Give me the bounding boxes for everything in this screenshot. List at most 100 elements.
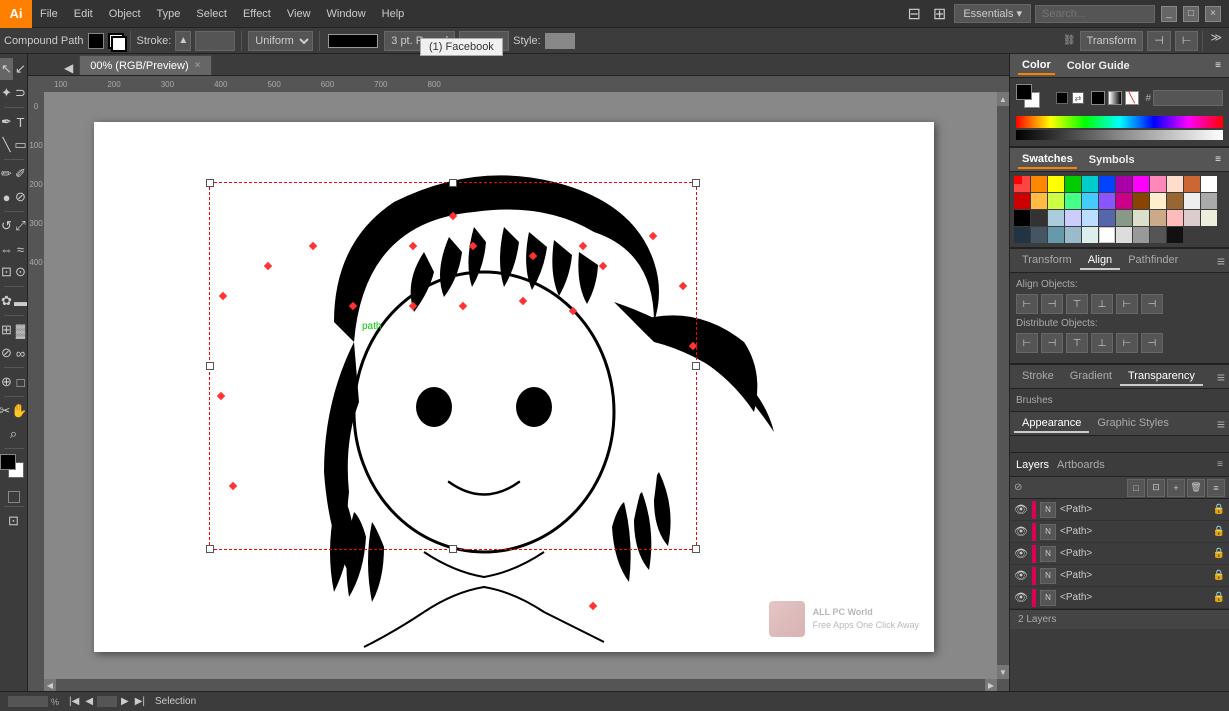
eyedropper-tool[interactable]: ⊘: [0, 342, 13, 364]
swatch-slate[interactable]: [1048, 210, 1064, 226]
stroke-profile-select[interactable]: Uniform: [248, 31, 313, 51]
minimize-button[interactable]: _: [1161, 6, 1177, 22]
default-colors-btn[interactable]: [1056, 92, 1068, 104]
swatch-blush[interactable]: [1184, 210, 1200, 226]
swatch-darkergray[interactable]: [1150, 227, 1166, 243]
swatch-cyan[interactable]: [1082, 176, 1098, 192]
color-spectrum[interactable]: [1016, 116, 1223, 128]
menu-type[interactable]: Type: [149, 0, 189, 27]
scroll-down-btn[interactable]: ▼: [997, 665, 1009, 679]
scroll-up-btn[interactable]: ▲: [997, 92, 1009, 106]
hex-input[interactable]: 000000: [1153, 90, 1223, 106]
swap-colors-btn[interactable]: ⇄: [1072, 92, 1084, 104]
menu-help[interactable]: Help: [374, 0, 413, 27]
menu-window[interactable]: Window: [319, 0, 374, 27]
pathfinder-tab[interactable]: Pathfinder: [1120, 252, 1186, 270]
swatch-cream[interactable]: [1150, 193, 1166, 209]
align-right-btn[interactable]: ⊤: [1066, 294, 1088, 314]
pathfinder-btn2[interactable]: ⊢: [1175, 31, 1199, 51]
swatch-medgray[interactable]: [1133, 227, 1149, 243]
horizontal-scrollbar[interactable]: ◀ ▶: [44, 679, 997, 691]
dist-left-btn[interactable]: ⊢: [1016, 333, 1038, 353]
align-vcenter-btn[interactable]: ⊢: [1116, 294, 1138, 314]
graphic-styles-tab[interactable]: Graphic Styles: [1089, 415, 1177, 433]
transform-tab[interactable]: Transform: [1014, 252, 1080, 270]
eraser-tool[interactable]: ⊘: [14, 186, 27, 208]
swatch-offwhite[interactable]: [1133, 210, 1149, 226]
swatch-white[interactable]: [1201, 176, 1217, 192]
live-paint-tool[interactable]: ⊕: [0, 371, 13, 393]
selection-tool[interactable]: ↖: [0, 58, 13, 80]
swatch-lightgray[interactable]: [1184, 193, 1200, 209]
tab-scroll-arrow[interactable]: ◀: [58, 61, 79, 75]
solid-color-icon[interactable]: [1091, 91, 1105, 105]
last-artboard-btn[interactable]: ▶|: [133, 696, 147, 707]
symbol-sprayer-tool[interactable]: ✿: [0, 290, 13, 312]
swatch-white2[interactable]: [1099, 227, 1115, 243]
align-panel-menu[interactable]: ≡: [1217, 253, 1225, 269]
swatches-tab[interactable]: Swatches: [1018, 151, 1077, 169]
appearance-tab[interactable]: Appearance: [1014, 415, 1089, 433]
layers-filter-icon[interactable]: ⊘: [1014, 482, 1022, 493]
lasso-tool[interactable]: ⊃: [14, 82, 27, 104]
swatch-tan[interactable]: [1167, 193, 1183, 209]
color-panel-menu[interactable]: ≡: [1215, 60, 1221, 71]
prev-artboard-btn[interactable]: ◀: [83, 696, 95, 707]
layers-tab[interactable]: Layers: [1016, 459, 1049, 471]
swatch-black[interactable]: [1014, 210, 1030, 226]
blend-tool[interactable]: ∞: [14, 342, 27, 364]
swatch-pink[interactable]: [1150, 176, 1166, 192]
layer-vis-2[interactable]: 👁: [1014, 525, 1028, 539]
swatch-gold[interactable]: [1031, 193, 1047, 209]
pen-tool[interactable]: ✒: [0, 111, 13, 133]
warp-tool[interactable]: ≈: [14, 238, 27, 260]
width-tool[interactable]: ⇔: [0, 238, 13, 260]
swatch-darkred[interactable]: [1014, 193, 1030, 209]
first-artboard-btn[interactable]: |◀: [67, 696, 81, 707]
swatch-mint[interactable]: [1065, 193, 1081, 209]
search-input[interactable]: [1035, 5, 1155, 23]
swatch-lime[interactable]: [1048, 193, 1064, 209]
brushes-gradient-tab[interactable]: Gradient: [1062, 368, 1120, 386]
menu-edit[interactable]: Edit: [66, 0, 101, 27]
slice-tool[interactable]: ✂: [0, 400, 10, 422]
menu-object[interactable]: Object: [101, 0, 149, 27]
new-layer-btn[interactable]: +: [1167, 479, 1185, 497]
swatch-sky[interactable]: [1082, 193, 1098, 209]
swatch-lavender[interactable]: [1065, 210, 1081, 226]
change-screen-mode-btn[interactable]: ⊡: [2, 510, 26, 532]
artboard-number-input[interactable]: 1: [97, 696, 117, 707]
scroll-right-btn[interactable]: ▶: [985, 679, 997, 691]
dist-vcenter-btn[interactable]: ⊢: [1116, 333, 1138, 353]
make-clipping-mask-btn[interactable]: ⊡: [1147, 479, 1165, 497]
swatch-grayblue[interactable]: [1048, 227, 1064, 243]
zoom-tool[interactable]: ⌕: [2, 423, 26, 445]
swatch-ivory[interactable]: [1201, 210, 1217, 226]
swatch-sage[interactable]: [1116, 210, 1132, 226]
appearance-panel-menu[interactable]: ≡: [1217, 416, 1225, 432]
document-tab-active[interactable]: 00% (RGB/Preview) ×: [79, 55, 211, 75]
dist-bottom-btn[interactable]: ⊣: [1141, 333, 1163, 353]
swatch-nearblack[interactable]: [1167, 227, 1183, 243]
swatch-mint2[interactable]: [1082, 227, 1098, 243]
line-tool[interactable]: ╲: [0, 134, 13, 156]
swatch-darkgray[interactable]: [1031, 210, 1047, 226]
rectangle-tool[interactable]: ▭: [14, 134, 27, 156]
workspace-icon[interactable]: ⊞: [929, 4, 950, 24]
swatch-violet[interactable]: [1099, 193, 1115, 209]
swatch-peach[interactable]: [1167, 176, 1183, 192]
swatch-maroon[interactable]: [1133, 193, 1149, 209]
layer-lock-5[interactable]: 🔒: [1213, 592, 1225, 603]
color-tab[interactable]: Color: [1018, 57, 1055, 75]
none-color-icon[interactable]: ╲: [1125, 91, 1139, 105]
dist-right-btn[interactable]: ⊤: [1066, 333, 1088, 353]
swatch-orange[interactable]: [1031, 176, 1047, 192]
scale-tool[interactable]: ⤢: [14, 215, 27, 237]
hand-tool[interactable]: ✋: [11, 400, 27, 422]
swatch-red[interactable]: [1014, 176, 1030, 192]
dist-top-btn[interactable]: ⊥: [1091, 333, 1113, 353]
workspace-button[interactable]: Essentials ▾: [954, 4, 1031, 23]
align-bottom-btn[interactable]: ⊣: [1141, 294, 1163, 314]
layers-panel-menu[interactable]: ≡: [1217, 459, 1223, 470]
swatches-panel-menu[interactable]: ≡: [1215, 154, 1221, 165]
